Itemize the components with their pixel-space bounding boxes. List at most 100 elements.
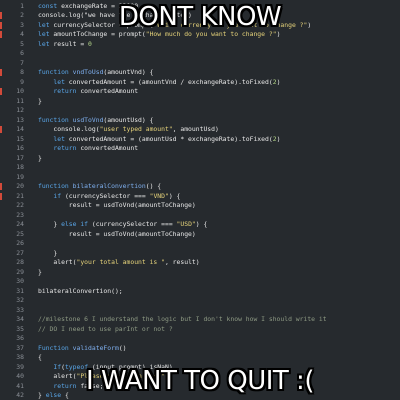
- code-token: console.log(: [38, 125, 100, 133]
- git-change-marker: [0, 31, 2, 38]
- code-line[interactable]: 13 function usdToVnd(amountUsd) {: [0, 116, 400, 126]
- code-line[interactable]: 22 result = usdToVnd(amountToChange): [0, 201, 400, 211]
- line-number: 31: [16, 286, 24, 295]
- code-text: let convertedAmount = (amountVnd / excha…: [38, 78, 280, 88]
- code-line[interactable]: 29}: [0, 268, 400, 278]
- code-line[interactable]: 24 } else if (currencySelector === "USD"…: [0, 220, 400, 230]
- code-text: }: [38, 249, 57, 259]
- code-token: 0: [88, 39, 92, 48]
- line-number: 7: [20, 58, 24, 67]
- code-token: convertedAmount: [80, 144, 139, 152]
- code-token: return: [53, 87, 81, 95]
- code-token: () {: [145, 182, 162, 190]
- code-token: let: [38, 39, 54, 48]
- code-line[interactable]: 18: [0, 163, 400, 173]
- code-text: }: [38, 268, 42, 278]
- code-editor[interactable]: 1 const exchangeRate = 23000 2 console.log(…: [0, 0, 400, 400]
- code-token: bilateralConvertion();: [38, 286, 123, 295]
- line-number: 12: [16, 106, 24, 114]
- code-token: function: [38, 68, 73, 76]
- meme-bottom-caption: I WANT TO QUIT :(: [86, 366, 314, 396]
- code-line[interactable]: 38 {: [0, 353, 400, 363]
- line-number: 9: [20, 77, 24, 86]
- code-token: bilateralConvertion: [72, 182, 146, 190]
- code-line[interactable]: 28 alert("your total amount is ", result…: [0, 258, 400, 268]
- code-line[interactable]: 25 result = usdToVnd(amountToChange): [0, 230, 400, 240]
- code-token: "user typed amount": [99, 125, 173, 133]
- code-text: Function validateForm(): [38, 344, 127, 354]
- code-text: alert("your total amount is ", result): [38, 258, 200, 268]
- code-line[interactable]: 37 Function validateForm(): [0, 344, 400, 354]
- code-token: validateForm: [72, 343, 119, 352]
- code-line[interactable]: 8 function vndToUsd(amountVnd) {: [0, 68, 400, 78]
- meme-top-caption: DONT KNOW: [118, 2, 282, 32]
- code-token: ): [276, 134, 281, 143]
- code-line[interactable]: 19: [0, 173, 400, 183]
- code-line[interactable]: 5 let result = 0: [0, 40, 400, 50]
- line-number: 24: [16, 220, 24, 228]
- code-text: return convertedAmount: [38, 87, 138, 97]
- line-number: 19: [16, 172, 24, 181]
- line-number: 26: [16, 239, 24, 247]
- line-number: 15: [16, 134, 24, 143]
- line-number: 38: [16, 353, 24, 361]
- line-number: 33: [16, 305, 24, 314]
- code-token: }: [38, 153, 42, 162]
- code-line[interactable]: 21 if (currencySelector === "VND") {: [0, 192, 400, 202]
- code-text: {: [38, 353, 42, 363]
- code-token: ) {: [195, 220, 208, 228]
- code-text: return convertedAmount: [38, 144, 138, 154]
- code-token: (currencySelector ===: [64, 191, 150, 200]
- code-line[interactable]: 36: [0, 334, 400, 344]
- line-number: 25: [16, 229, 24, 238]
- code-text: console.log("user typed amount", amountU…: [38, 125, 218, 135]
- code-line[interactable]: 10 return convertedAmount: [0, 87, 400, 97]
- code-line[interactable]: 15 let convertedAmount = (amountUsd * ex…: [0, 135, 400, 145]
- code-token: vndToUsd: [72, 68, 104, 76]
- line-number: 10: [16, 87, 24, 95]
- code-token: else if: [61, 220, 92, 228]
- code-token: result = usdToVnd(amountToChange): [38, 201, 196, 209]
- git-change-marker: [0, 192, 2, 200]
- code-line[interactable]: 20 function bilateralConvertion() {: [0, 182, 400, 192]
- code-token: function: [38, 182, 73, 190]
- code-text: bilateralConvertion();: [38, 287, 123, 297]
- code-line[interactable]: 17}: [0, 154, 400, 164]
- line-number: 22: [16, 201, 24, 209]
- code-token: alert(: [38, 258, 77, 266]
- code-line[interactable]: 34 //milestone 6 I understand the logic b…: [0, 315, 400, 325]
- code-line[interactable]: 31 bilateralConvertion();: [0, 287, 400, 297]
- git-change-marker: [0, 183, 2, 190]
- code-line[interactable]: 6: [0, 49, 400, 59]
- line-number: 32: [16, 296, 24, 304]
- code-token: "USD": [176, 220, 196, 228]
- code-token: }: [38, 220, 62, 228]
- code-token: let: [53, 77, 69, 86]
- line-number: 36: [16, 334, 24, 342]
- code-token: }: [38, 248, 58, 257]
- code-line[interactable]: 23: [0, 211, 400, 221]
- code-line[interactable]: 27 }: [0, 249, 400, 259]
- code-token: , result): [164, 258, 200, 266]
- code-line[interactable]: 35 // DO I need to use parInt or not ?: [0, 325, 400, 335]
- code-token: }: [38, 96, 42, 105]
- code-line[interactable]: 14 console.log("user typed amount", amou…: [0, 125, 400, 135]
- code-line[interactable]: 26: [0, 239, 400, 249]
- code-token: let: [53, 134, 69, 143]
- code-line[interactable]: 11}: [0, 97, 400, 107]
- code-line[interactable]: 16 return convertedAmount: [0, 144, 400, 154]
- line-number: 13: [16, 115, 24, 124]
- code-line[interactable]: 32: [0, 296, 400, 306]
- code-text: let result = 0: [38, 40, 92, 50]
- code-line[interactable]: 33: [0, 306, 400, 316]
- code-line[interactable]: 12: [0, 106, 400, 116]
- code-text: let convertedAmount = (amountUsd * excha…: [38, 135, 280, 145]
- code-line[interactable]: 30: [0, 277, 400, 287]
- code-line[interactable]: 9 let convertedAmount = (amountVnd / exc…: [0, 78, 400, 88]
- code-line[interactable]: 7: [0, 59, 400, 69]
- code-token: // DO I need to use parInt or not ?: [38, 324, 173, 333]
- code-token: convertedAmount = (amountVnd / exchangeR…: [68, 77, 273, 86]
- git-change-marker: [0, 88, 2, 95]
